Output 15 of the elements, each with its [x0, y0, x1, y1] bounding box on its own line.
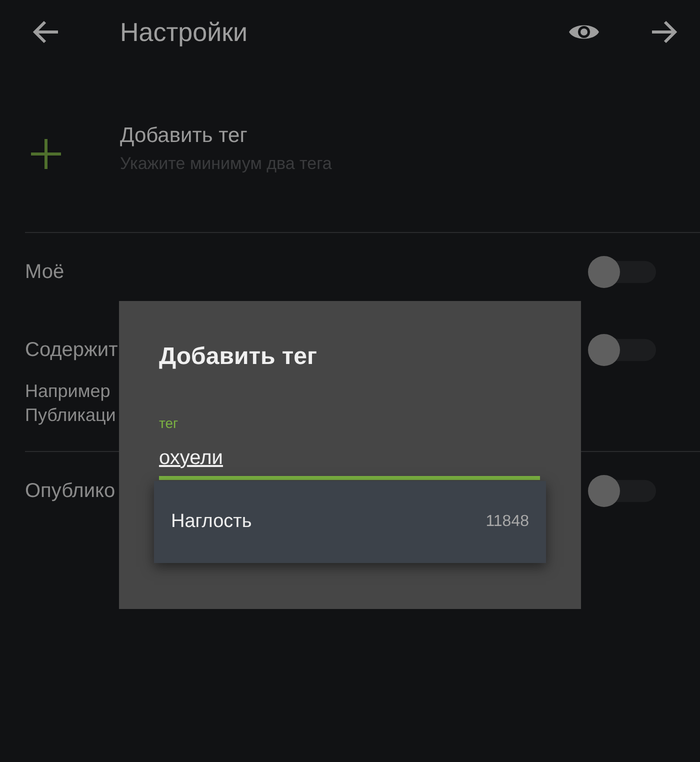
toggle-switch[interactable] — [588, 475, 656, 507]
screen-title: Настройки — [120, 16, 248, 48]
setting-description: Публикаци — [25, 404, 116, 427]
plus-icon[interactable] — [30, 138, 62, 170]
setting-description: Например — [25, 380, 110, 403]
suggestion-count: 11848 — [486, 513, 529, 531]
setting-label: Опублико — [25, 480, 116, 502]
dialog-title: Добавить тег — [159, 343, 318, 371]
setting-label: Моё — [25, 260, 64, 284]
toggle-switch[interactable] — [588, 334, 656, 366]
toggle-switch[interactable] — [588, 256, 656, 288]
field-label: тег — [159, 415, 178, 431]
add-tag-title[interactable]: Добавить тег — [120, 124, 332, 148]
suggestion-name[interactable]: Наглость — [171, 511, 252, 533]
setting-label: Содержит — [25, 338, 118, 362]
